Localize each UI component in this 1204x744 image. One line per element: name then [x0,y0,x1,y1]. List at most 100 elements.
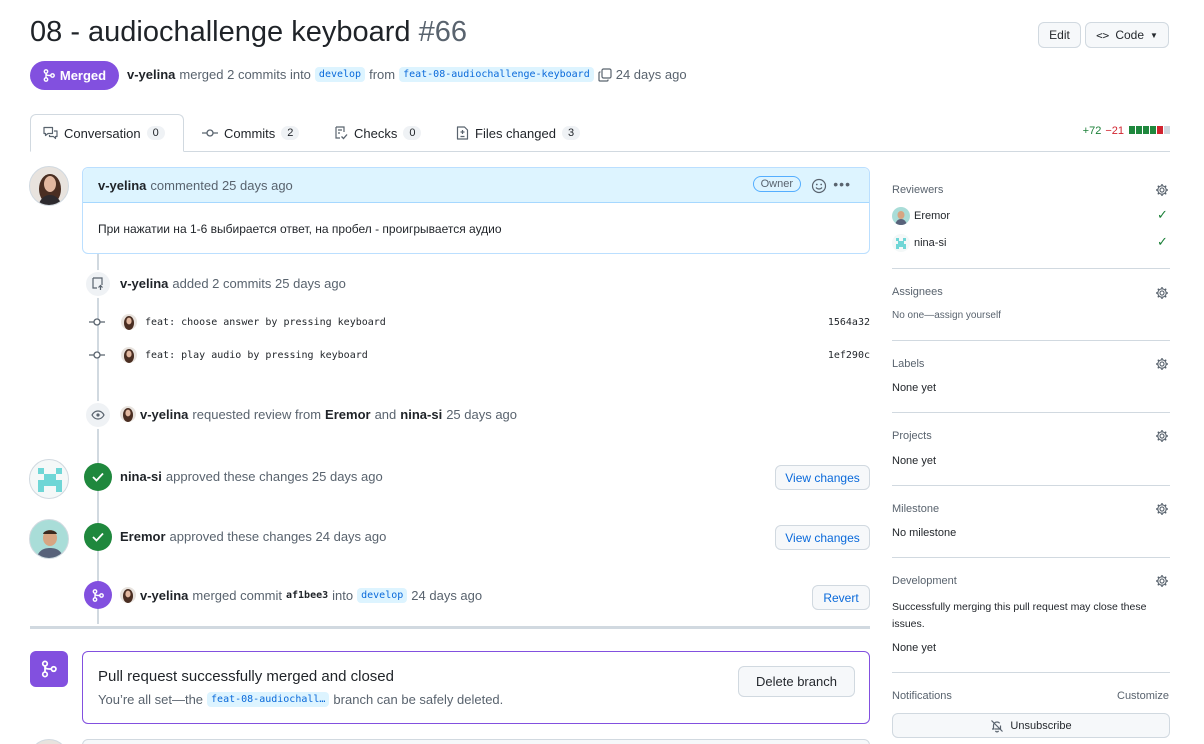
tab-commits[interactable]: Commits 2 [190,114,311,152]
gear-icon[interactable] [1155,502,1169,516]
sidebar-divider [892,557,1170,558]
git-merge-icon [30,651,68,687]
reviewers-heading[interactable]: Reviewers [892,184,943,196]
deletions-count: −21 [1105,125,1124,137]
merge-commit-sha[interactable]: af1bee3 [286,590,328,601]
sidebar-divider [892,268,1170,269]
event-author[interactable]: v-yelina [140,588,188,603]
avatar-nina-si[interactable] [29,459,69,499]
comment-body: При нажатии на 1-6 выбирается ответ, на … [98,222,502,236]
code-button[interactable]: <> Code ▼ [1085,22,1169,48]
sidebar-divider [892,485,1170,486]
copy-icon[interactable] [598,67,612,82]
kebab-menu-icon[interactable]: ••• [833,176,851,192]
event-author[interactable]: v-yelina [140,407,188,422]
labels-value: None yet [892,382,937,394]
edit-button[interactable]: Edit [1038,22,1081,48]
commit-sha[interactable]: 1564a32 [828,317,870,328]
gear-icon[interactable] [1155,574,1169,588]
sidebar-divider [892,412,1170,413]
gear-icon[interactable] [1155,357,1169,371]
reviewer-avatar [892,234,910,252]
unsubscribe-button[interactable]: Unsubscribe [892,713,1170,738]
merge-status-box: Pull request successfully merged and clo… [82,651,870,724]
commit-author-avatar[interactable] [121,347,137,363]
merge-status-title: Pull request successfully merged and clo… [98,668,394,685]
checklist-icon [335,126,348,140]
view-changes-button[interactable]: View changes [775,465,870,490]
avatar-v-yelina[interactable] [29,739,69,744]
milestone-heading[interactable]: Milestone [892,503,939,515]
target-branch[interactable]: develop [357,587,408,603]
file-diff-icon [456,126,469,140]
reviewer-name: nina-si [914,237,947,249]
commit-row: feat: play audio by pressing keyboard 1e… [89,346,870,364]
timeline-line [97,254,99,624]
page-title: 08 - audiochallenge keyboard #66 [30,16,467,49]
head-branch[interactable]: feat-08-audiochallenge-keyboard [399,67,594,82]
check-circle-icon [84,463,112,491]
event-author-avatar[interactable] [120,406,136,422]
reviewer-link[interactable]: Eremor [325,407,371,422]
merged-status-badge: Merged [30,61,119,90]
git-commit-icon [202,129,218,137]
bell-slash-icon [991,719,1004,732]
gear-icon[interactable] [1155,286,1169,300]
gear-icon[interactable] [1155,429,1169,443]
delete-branch-button[interactable]: Delete branch [738,666,855,697]
reviewer-link[interactable]: nina-si [400,407,442,422]
reviewer-item[interactable]: nina-si [892,234,946,252]
commit-message[interactable]: feat: play audio by pressing keyboard [145,350,368,361]
base-branch[interactable]: develop [314,67,366,82]
projects-heading[interactable]: Projects [892,430,932,442]
assignees-value[interactable]: No one—assign yourself [892,310,1001,321]
view-changes-button[interactable]: View changes [775,525,870,550]
code-icon: <> [1096,28,1110,42]
reviewer-name: Eremor [914,210,951,222]
tab-files-changed[interactable]: Files changed 3 [444,114,592,152]
git-commit-icon [89,351,105,359]
projects-value: None yet [892,455,937,467]
labels-heading[interactable]: Labels [892,358,924,370]
commit-author-avatar[interactable] [121,314,137,330]
notifications-heading: Notifications [892,690,952,702]
avatar-v-yelina[interactable] [29,166,69,206]
smiley-icon[interactable] [811,178,827,194]
additions-count: +72 [1082,125,1102,137]
tab-counter: 0 [403,126,422,140]
commit-sha[interactable]: 1ef290c [828,350,870,361]
reviewer-avatar [892,207,910,225]
gear-icon[interactable] [1155,183,1169,197]
merge-status-text: You’re all set—the feat-08-audiochall… b… [98,692,504,707]
reviewer-item[interactable]: Eremor [892,207,950,225]
development-heading[interactable]: Development [892,575,957,587]
deleted-branch-name[interactable]: feat-08-audiochall… [207,692,330,707]
tab-checks[interactable]: Checks 0 [322,114,433,152]
new-comment-box[interactable] [82,739,870,744]
tab-conversation[interactable]: Conversation 0 [30,114,184,152]
revert-button[interactable]: Revert [812,585,870,610]
timeline-divider [30,626,870,629]
event-author[interactable]: Eremor [120,529,166,544]
event-author[interactable]: nina-si [120,469,162,484]
git-commit-icon [89,318,105,326]
event-author[interactable]: v-yelina [120,276,168,291]
approval-event: nina-si approved these changes 25 days a… [120,469,383,484]
repo-push-icon [84,270,112,298]
avatar-eremor[interactable] [29,519,69,559]
eye-icon [84,401,112,429]
comment-time: commented 25 days ago [150,177,293,193]
commit-message[interactable]: feat: choose answer by pressing keyboard [145,317,386,328]
merged-event: v-yelina merged commit af1bee3 into deve… [120,587,482,603]
event-author-avatar[interactable] [120,587,136,603]
merge-summary: v-yelina merged 2 commits into develop f… [127,67,687,82]
customize-link[interactable]: Customize [1117,690,1169,702]
development-value: None yet [892,642,937,654]
tab-counter: 0 [146,126,165,140]
commit-row: feat: choose answer by pressing keyboard… [89,313,870,331]
comment-author[interactable]: v-yelina [98,178,146,193]
assignees-heading[interactable]: Assignees [892,286,943,298]
check-circle-icon [84,523,112,551]
author-link[interactable]: v-yelina [127,67,175,82]
diffstat[interactable]: +72 −21 [1083,125,1170,137]
